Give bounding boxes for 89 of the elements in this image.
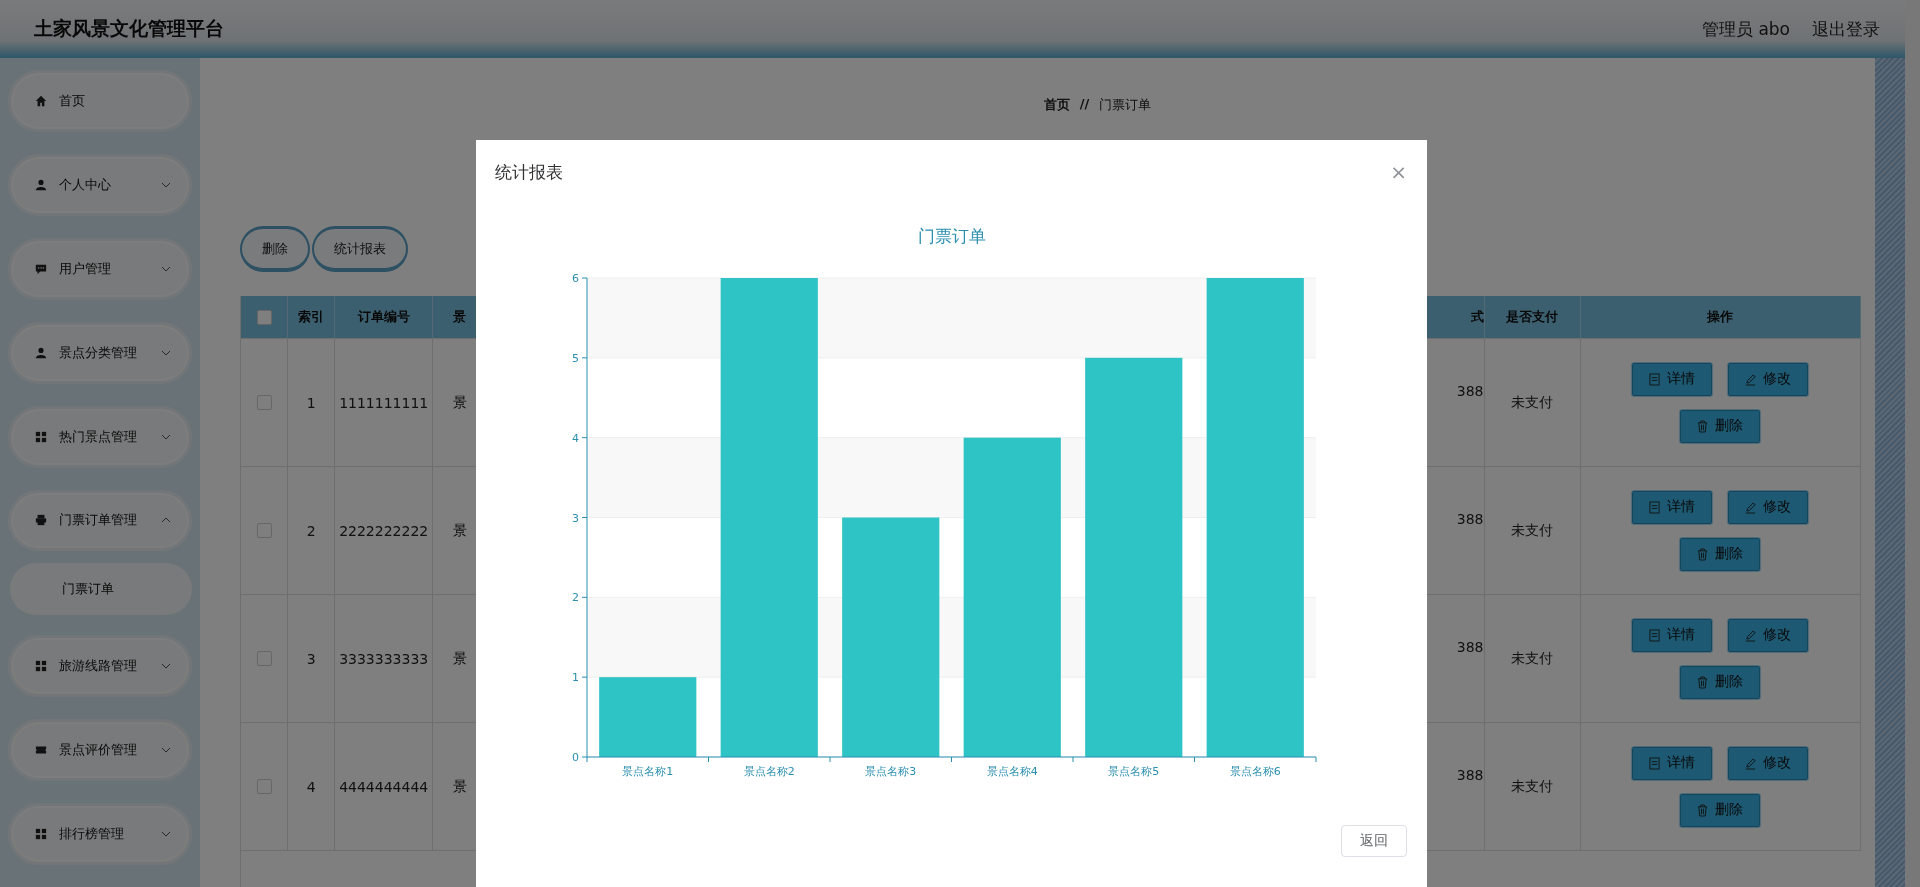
details-button[interactable]: 详情 [1631,617,1714,653]
trash-icon [1697,803,1709,817]
breadcrumb-link[interactable]: 门票订单 [1099,96,1152,114]
axis-tick-label: 6 [572,272,579,285]
axis-tick-label: 1 [572,671,579,685]
axis-tick-label: 景点名称6 [1229,765,1281,778]
user-icon [35,178,47,191]
axis-tick-label: 2 [572,591,579,605]
delete-button[interactable]: 删除 [1679,664,1762,700]
document-icon [1649,372,1661,386]
delete-button[interactable]: 删除 [1679,792,1762,828]
sidebar-item[interactable]: 景点评价管理 [8,719,192,782]
details-button[interactable]: 详情 [1631,361,1714,397]
axis-tick-label: 景点名称1 [622,765,674,778]
pencil-icon [1745,756,1757,770]
sidebar-item[interactable]: 排行榜管理 [8,803,192,866]
back-button[interactable]: 返回 [1341,825,1407,857]
table-cell: 未支付 [1484,723,1581,850]
axis-tick-label: 景点名称4 [986,765,1038,778]
home-icon [35,94,47,107]
axis-tick-label: 0 [572,751,579,764]
sidebar-item[interactable]: 个人中心 [8,153,192,216]
chat-icon [35,262,47,275]
row-checkbox[interactable] [256,523,272,538]
axis-tick-label: 景点名称2 [743,765,795,778]
axis-tick-label: 5 [572,351,579,365]
trash-icon [1697,419,1709,433]
table-cell: 4 [288,723,336,850]
axis-tick-label: 景点名称3 [865,765,917,778]
table-cell: 未支付 [1484,467,1581,594]
app-title: 土家风景文化管理平台 [34,16,224,41]
toolbar-button[interactable]: 统计报表 [312,226,408,272]
printer-icon [35,514,47,527]
table-cell: 未支付 [1484,595,1581,722]
grid-icon [35,828,47,841]
details-button[interactable]: 详情 [1631,745,1714,781]
table-cell: 4444444444 [335,723,434,850]
table-cell: 1 [288,339,336,466]
sidebar-item[interactable]: 用户管理 [8,237,192,300]
delete-button[interactable]: 删除 [1679,408,1762,444]
close-button[interactable]: × [1390,160,1407,184]
logout-link[interactable]: 退出登录 [1812,17,1880,41]
admin-user-label: 管理员 abo [1702,17,1790,41]
table-cell: 2 [288,467,336,594]
toolbar-button[interactable]: 删除 [240,226,310,272]
sidebar-item[interactable]: 首页 [8,70,192,132]
row-checkbox[interactable] [256,779,272,794]
pencil-icon [1745,628,1757,642]
sidebar-item[interactable]: 景点分类管理 [8,321,192,384]
table-cell: 3 [288,595,336,722]
breadcrumb-separator: // [1079,96,1090,113]
edit-button[interactable]: 修改 [1727,361,1810,397]
sidebar-item[interactable]: 门票订单管理 [8,489,192,552]
details-button[interactable]: 详情 [1631,489,1714,525]
chart-title: 门票订单 [916,225,987,248]
grid-icon [35,660,47,673]
edit-button[interactable]: 修改 [1727,489,1810,525]
document-icon [1649,500,1661,514]
select-all-checkbox[interactable] [256,309,272,325]
user-icon [35,346,47,359]
axis-tick-label: 3 [572,511,579,525]
delete-button[interactable]: 删除 [1679,536,1762,572]
sidebar-item[interactable]: 旅游线路管理 [8,635,192,698]
column-header: 索引 [288,296,336,338]
row-checkbox[interactable] [256,651,272,666]
pencil-icon [1745,372,1757,386]
table-cell: 未支付 [1484,339,1581,466]
row-checkbox[interactable] [256,395,272,410]
column-header: 操作 [1580,296,1861,338]
document-icon [1649,756,1661,770]
table-cell: 1111111111 [335,339,434,466]
axis-tick-label: 景点名称5 [1108,765,1160,778]
sidebar-subitem[interactable]: 门票订单 [10,563,192,616]
edit-button[interactable]: 修改 [1727,745,1810,781]
trash-icon [1697,675,1709,689]
axis-tick-label: 4 [572,431,579,445]
trash-icon [1697,547,1709,561]
pencil-icon [1745,500,1757,514]
table-cell: 2222222222 [335,467,434,594]
column-header: 是否支付 [1484,296,1581,338]
scrollbar[interactable] [1905,0,1920,887]
table-cell: 3333333333 [335,595,434,722]
breadcrumb-link[interactable]: 首页 [1043,96,1070,114]
column-header: 订单编号 [335,296,434,338]
sidebar-item[interactable]: 热门景点管理 [8,405,192,468]
document-icon [1649,628,1661,642]
grid-icon [35,430,47,443]
edit-button[interactable]: 修改 [1727,617,1810,653]
dialog-title: 统计报表 [495,160,563,184]
